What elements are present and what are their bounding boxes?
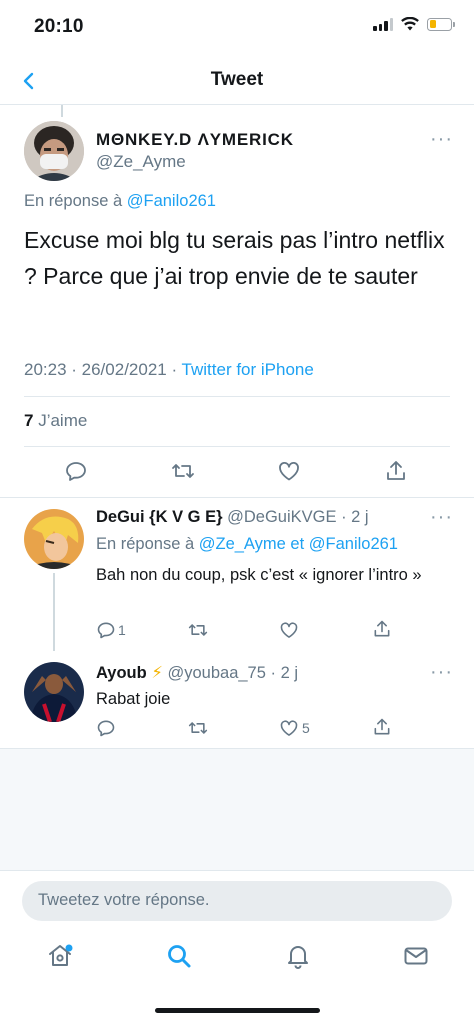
thread-connector	[53, 573, 55, 651]
tweet-meta: 20:23 · 26/02/2021 · Twitter for iPhone	[24, 360, 314, 380]
share-icon[interactable]	[372, 619, 392, 639]
like-count: 5	[302, 720, 310, 736]
reply-header: Ayoub ⚡ @youbaa_75 · 2 j	[96, 663, 298, 683]
reply-count: 1	[118, 622, 126, 638]
reply-context: En réponse à @Ze_Ayme et @Fanilo261	[96, 535, 398, 554]
reply-icon[interactable]	[96, 718, 116, 738]
reply-prefix: En réponse à	[24, 192, 123, 210]
compose-bar: Tweetez votre réponse.	[0, 870, 474, 932]
author-name[interactable]: MΘNKEY.D ΛYMERICK	[96, 130, 294, 150]
tab-bar	[0, 932, 474, 996]
search-icon[interactable]	[165, 942, 193, 970]
likes-count: 7	[24, 411, 34, 430]
notifications-icon[interactable]	[284, 942, 312, 970]
avatar[interactable]	[24, 121, 84, 181]
battery-icon	[427, 17, 455, 31]
avatar[interactable]	[24, 509, 84, 569]
like-icon[interactable]	[279, 620, 299, 640]
reply-author-name[interactable]: Ayoub	[96, 664, 147, 682]
reply-text: Bah non du coup, psk c’est « ignorer l’i…	[96, 566, 422, 584]
empty-timeline-area	[0, 748, 474, 870]
reply-header: DeGui {K V G E} @DeGuiKVGE · 2 j	[96, 508, 369, 527]
divider	[0, 497, 474, 498]
top-nav: Tweet	[0, 55, 474, 105]
reply-to-link[interactable]: @Fanilo261	[127, 192, 216, 210]
divider	[24, 396, 450, 397]
reply-prefix: En réponse à	[96, 535, 195, 553]
retweet-icon[interactable]	[187, 718, 209, 738]
home-indicator	[155, 1008, 320, 1013]
status-time: 20:10	[34, 16, 84, 37]
reply-author-handle[interactable]: @DeGuiKVGE · 2 j	[227, 508, 368, 526]
wifi-icon	[401, 17, 419, 31]
avatar[interactable]	[24, 662, 84, 722]
reply-context: En réponse à @Fanilo261	[24, 192, 216, 211]
cellular-signal-icon	[373, 17, 393, 31]
reply-conjunction: et	[290, 535, 305, 553]
retweet-icon[interactable]	[170, 459, 196, 483]
reply-icon[interactable]	[64, 459, 88, 483]
reply-author-name[interactable]: DeGui {K V G E}	[96, 508, 223, 526]
status-icons	[373, 17, 455, 31]
reply-input[interactable]: Tweetez votre réponse.	[22, 881, 452, 921]
like-icon[interactable]	[277, 459, 301, 483]
retweet-icon[interactable]	[187, 620, 209, 640]
reply-to-link[interactable]: @Ze_Ayme	[199, 535, 286, 553]
messages-icon[interactable]	[402, 942, 430, 970]
share-icon[interactable]	[372, 717, 392, 737]
reply-to-link[interactable]: @Fanilo261	[309, 535, 398, 553]
thread-connector	[61, 105, 63, 117]
page-title: Tweet	[210, 69, 264, 90]
tweet-timestamp: 20:23 · 26/02/2021 ·	[24, 360, 178, 379]
reply-author-handle[interactable]: @youbaa_75 · 2 j	[168, 664, 299, 682]
likes-summary[interactable]: 7 J’aime	[24, 411, 87, 431]
share-icon[interactable]	[384, 459, 408, 483]
home-icon[interactable]	[46, 942, 74, 970]
tweet-source-link[interactable]: Twitter for iPhone	[182, 360, 314, 379]
tweet-text: Excuse moi blg tu serais pas l’intro net…	[24, 227, 445, 289]
reply-text: Rabat joie	[96, 690, 171, 708]
likes-label: J’aime	[38, 411, 88, 430]
author-handle[interactable]: @Ze_Ayme	[96, 152, 186, 172]
more-icon[interactable]: ···	[430, 506, 453, 529]
more-icon[interactable]: ···	[430, 128, 453, 151]
lightning-badge-icon: ⚡	[151, 664, 163, 682]
more-icon[interactable]: ···	[430, 661, 453, 684]
divider	[24, 446, 450, 447]
like-icon[interactable]	[279, 718, 299, 738]
reply-icon[interactable]	[96, 620, 116, 640]
